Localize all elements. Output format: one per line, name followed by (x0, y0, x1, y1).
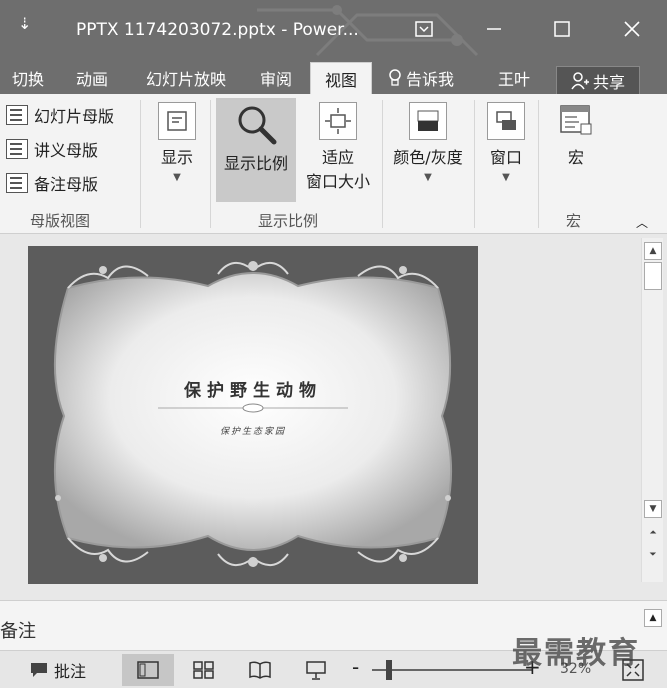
minimize-icon[interactable] (474, 12, 514, 46)
lightbulb-icon (389, 69, 401, 86)
notes-master-icon (6, 173, 28, 193)
tab-transitions[interactable]: 切换 (4, 62, 52, 94)
grid-icon (193, 661, 214, 679)
group-label-zoom: 显示比例 (258, 212, 319, 230)
slide-canvas[interactable]: 保护野生动物 保护生态家园 (28, 246, 478, 584)
tab-review[interactable]: 审阅 (252, 62, 300, 94)
show-icon (158, 102, 196, 140)
slide-subtitle[interactable]: 保护生态家园 (28, 424, 478, 437)
notes-master-label: 备注母版 (34, 175, 99, 194)
zoom-slider[interactable] (372, 669, 532, 671)
tab-view[interactable]: 视图 (310, 62, 372, 94)
person-add-icon (571, 72, 589, 90)
scroll-down-icon[interactable]: ▼ (644, 500, 662, 518)
ribbon-display-icon[interactable] (404, 12, 444, 46)
color-grayscale-button[interactable]: 颜色/灰度 ▼ (386, 102, 470, 183)
window-button[interactable]: 窗口 ▼ (480, 102, 532, 183)
zoom-label: 显示比例 (223, 154, 288, 173)
macros-button[interactable]: 宏 (548, 102, 604, 168)
window-icon (487, 102, 525, 140)
chevron-down-icon: ▼ (173, 172, 181, 183)
ornamental-frame (53, 261, 453, 567)
maximize-icon[interactable] (542, 12, 582, 46)
macros-label: 宏 (567, 148, 584, 167)
scroll-thumb[interactable] (644, 262, 662, 290)
share-button[interactable]: 共享 (556, 66, 640, 96)
macro-icon (557, 102, 595, 140)
chevron-down-icon: ▼ (502, 172, 510, 183)
normal-view-icon (137, 661, 159, 679)
slideshow-button[interactable] (290, 654, 342, 686)
comment-icon (31, 663, 47, 677)
fit-window-icon (319, 102, 357, 140)
ribbon-tabs: 切换 动画 幻灯片放映 审阅 视图 告诉我 王叶 共享 (0, 58, 667, 96)
window-label: 窗口 (489, 148, 522, 167)
handout-master-button[interactable]: 讲义母版 (6, 134, 98, 164)
zoom-out-button[interactable]: - (352, 655, 359, 679)
tab-animations[interactable]: 动画 (68, 62, 116, 94)
chevron-down-icon: ▼ (424, 172, 432, 183)
fit-label-line2: 窗口大小 (305, 172, 370, 191)
user-name[interactable]: 王叶 (498, 62, 530, 94)
fit-to-window-button[interactable]: 适应 窗口大小 (298, 102, 378, 192)
notes-placeholder[interactable]: 备注 (0, 617, 36, 643)
slide-sorter-button[interactable] (178, 654, 230, 686)
show-label: 显示 (160, 148, 193, 167)
magnifier-icon (238, 106, 277, 145)
notes-scroll-up-icon[interactable]: ▲ (644, 609, 662, 627)
share-label: 共享 (592, 73, 625, 92)
handout-master-icon (6, 139, 28, 159)
scroll-up-icon[interactable]: ▲ (644, 242, 662, 260)
group-label-macros: 宏 (566, 212, 582, 230)
close-icon[interactable] (612, 12, 652, 46)
collapse-ribbon-icon[interactable]: ︿ (636, 214, 648, 231)
tell-me-label: 告诉我 (406, 70, 455, 89)
show-button[interactable]: 显示 ▼ (150, 102, 204, 183)
group-label-master-views: 母版视图 (30, 212, 91, 230)
slide-title[interactable]: 保护野生动物 (28, 376, 478, 401)
zoom-button[interactable]: 显示比例 (216, 102, 296, 174)
comments-button[interactable]: 批注 (30, 657, 86, 683)
reading-view-button[interactable] (234, 654, 286, 686)
slide-editor: 保护野生动物 保护生态家园 ▲ ▼ ⏶ ⏷ (0, 234, 667, 600)
normal-view-button[interactable] (122, 654, 174, 686)
book-icon (249, 661, 271, 679)
handout-master-label: 讲义母版 (34, 141, 99, 160)
color-grayscale-icon (409, 102, 447, 140)
title-bar: ⇣ PPTX 1174203072.pptx - Power... (0, 0, 667, 60)
document-title: PPTX 1174203072.pptx - Power... (76, 20, 359, 40)
ribbon: 幻灯片母版 讲义母版 备注母版 母版视图 显示 ▼ 显示比例 适应 窗口大小 显… (0, 94, 667, 234)
tell-me-button[interactable]: 告诉我 (388, 62, 454, 94)
slide-master-label: 幻灯片母版 (34, 107, 115, 126)
vertical-scrollbar[interactable]: ▲ ▼ ⏶ ⏷ (641, 238, 663, 582)
quick-access-icon[interactable]: ⇣ (18, 14, 31, 33)
next-slide-icon[interactable]: ⏷ (644, 546, 662, 564)
previous-slide-icon[interactable]: ⏶ (644, 524, 662, 542)
slide-master-button[interactable]: 幻灯片母版 (6, 100, 114, 130)
notes-master-button[interactable]: 备注母版 (6, 168, 98, 198)
fit-label-line1: 适应 (321, 148, 354, 167)
projector-icon (306, 661, 326, 680)
slide-master-icon (6, 105, 28, 125)
comments-label: 批注 (54, 662, 87, 681)
tab-slideshow[interactable]: 幻灯片放映 (134, 62, 238, 94)
zoom-slider-handle[interactable] (386, 660, 392, 680)
color-grayscale-label: 颜色/灰度 (393, 148, 463, 167)
watermark: 最需教育 (512, 636, 640, 671)
